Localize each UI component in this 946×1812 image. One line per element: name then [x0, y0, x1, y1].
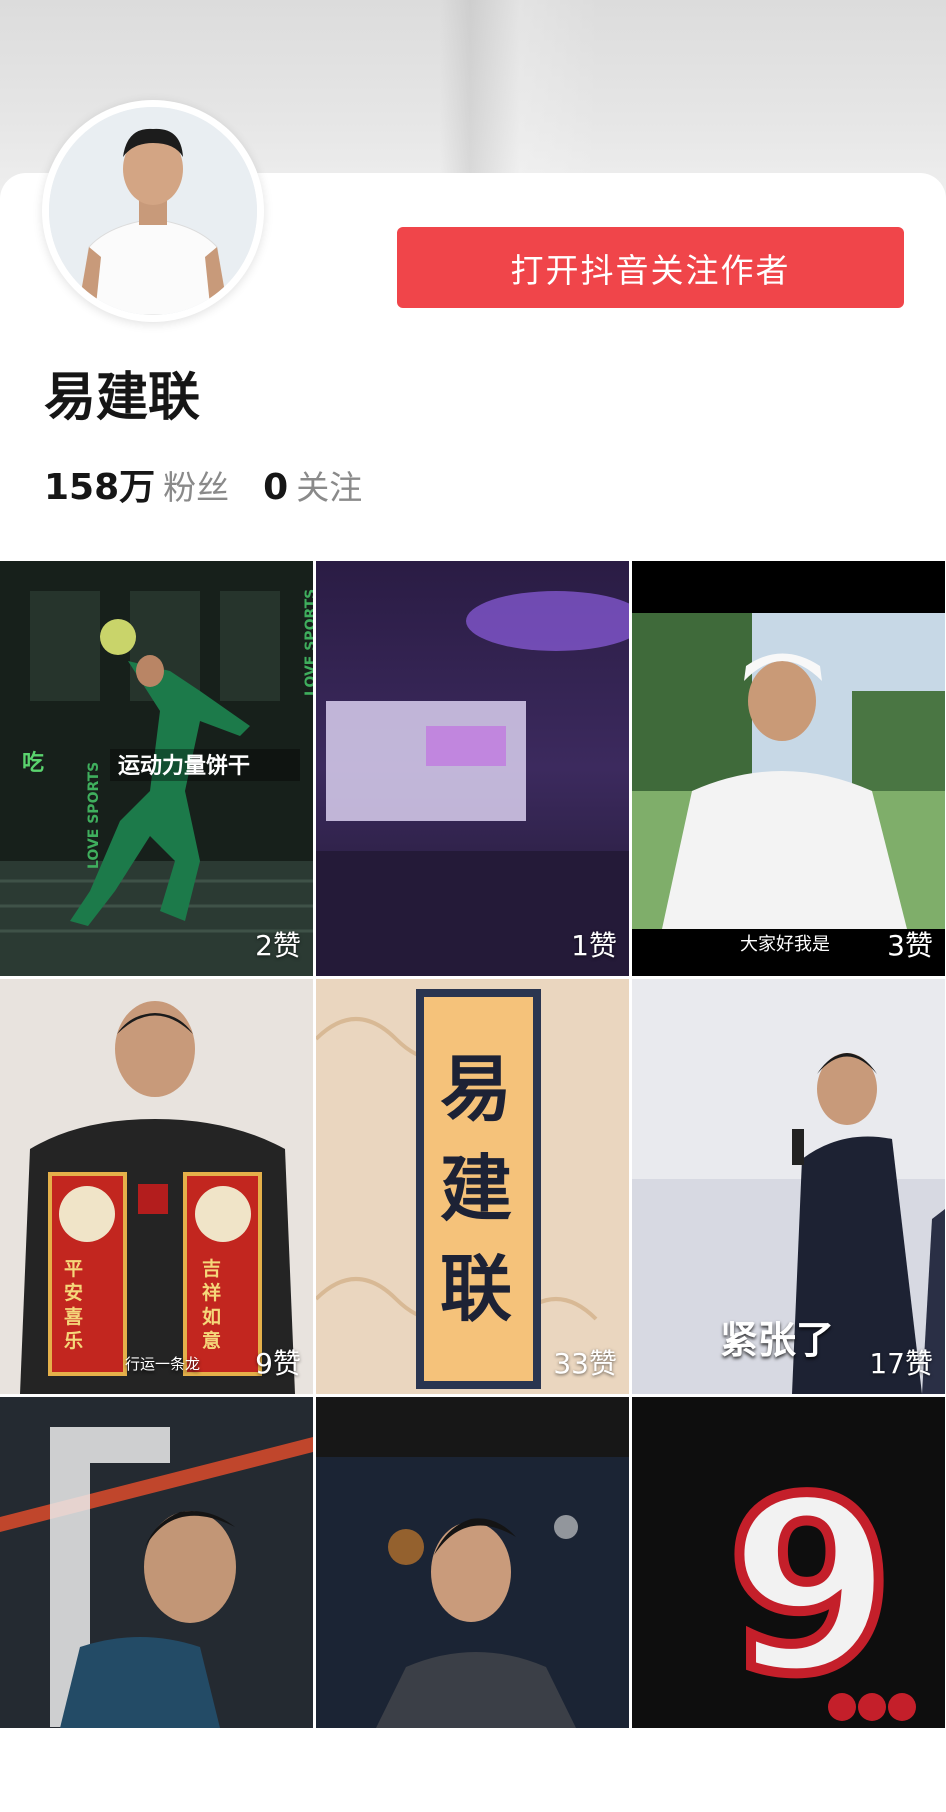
video-thumbnail-image: 吃 运动力量饼干 LOVE SPORTS LOVE SPORTS	[0, 561, 313, 976]
video-thumbnail-image	[316, 561, 629, 976]
like-count: 1赞	[571, 929, 617, 962]
like-count: 17赞	[869, 1347, 933, 1380]
followers-label[interactable]: 粉丝	[163, 461, 229, 509]
svg-text:LOVE SPORTS: LOVE SPORTS	[86, 762, 102, 869]
like-count: 3赞	[887, 929, 933, 962]
video-thumbnail-image	[316, 1397, 629, 1728]
video-caption: 行运一条龙	[125, 1355, 201, 1373]
video-thumbnail[interactable]: 易建联 33赞	[316, 979, 629, 1394]
couplet-right-text: 吉祥如意	[202, 1258, 222, 1352]
followers-count[interactable]: 158万	[44, 458, 155, 510]
video-grid: 吃 运动力量饼干 LOVE SPORTS LOVE SPORTS 2赞 1赞 大…	[0, 561, 946, 1728]
video-thumbnail[interactable]: 大家好我是 3赞	[632, 561, 945, 976]
svg-text:吃: 吃	[22, 750, 44, 776]
video-thumbnail[interactable]: 吃 运动力量饼干 LOVE SPORTS LOVE SPORTS 2赞	[0, 561, 313, 976]
video-subtitle: 紧张了	[720, 1318, 835, 1362]
avatar-person-icon	[49, 107, 257, 315]
avatar[interactable]	[42, 100, 264, 322]
video-thumbnail[interactable]: 1赞	[316, 561, 629, 976]
video-thumbnail-image	[632, 561, 945, 976]
video-thumbnail-image	[0, 1397, 313, 1728]
video-thumbnail[interactable]: 9	[632, 1397, 945, 1812]
video-thumbnail-image	[0, 979, 313, 1394]
open-douyin-follow-button[interactable]: 打开抖音关注作者	[397, 227, 904, 308]
scroll-name-text: 易建联	[439, 1047, 512, 1331]
svg-text:LOVE SPORTS: LOVE SPORTS	[303, 589, 313, 696]
video-subtitle: 大家好我是	[740, 934, 830, 955]
like-count: 9赞	[255, 1347, 301, 1380]
following-label[interactable]: 关注	[296, 461, 362, 509]
like-count: 2赞	[255, 929, 301, 962]
profile-stats: 158万 粉丝 0 关注	[44, 458, 396, 508]
video-thumbnail[interactable]: 平安喜乐 吉祥如意 行运一条龙 9赞	[0, 979, 313, 1394]
couplet-left-text: 平安喜乐	[64, 1258, 84, 1352]
jersey-number-text: 9	[722, 1447, 899, 1727]
video-thumbnail[interactable]: 紧张了 17赞	[632, 979, 945, 1394]
profile-name: 易建联	[44, 368, 201, 428]
like-count: 33赞	[553, 1347, 617, 1380]
following-count[interactable]: 0	[263, 467, 288, 508]
video-thumbnail[interactable]	[316, 1397, 629, 1812]
avatar-photo	[49, 107, 257, 315]
svg-text:运动力量饼干: 运动力量饼干	[118, 753, 250, 779]
video-thumbnail[interactable]	[0, 1397, 313, 1812]
